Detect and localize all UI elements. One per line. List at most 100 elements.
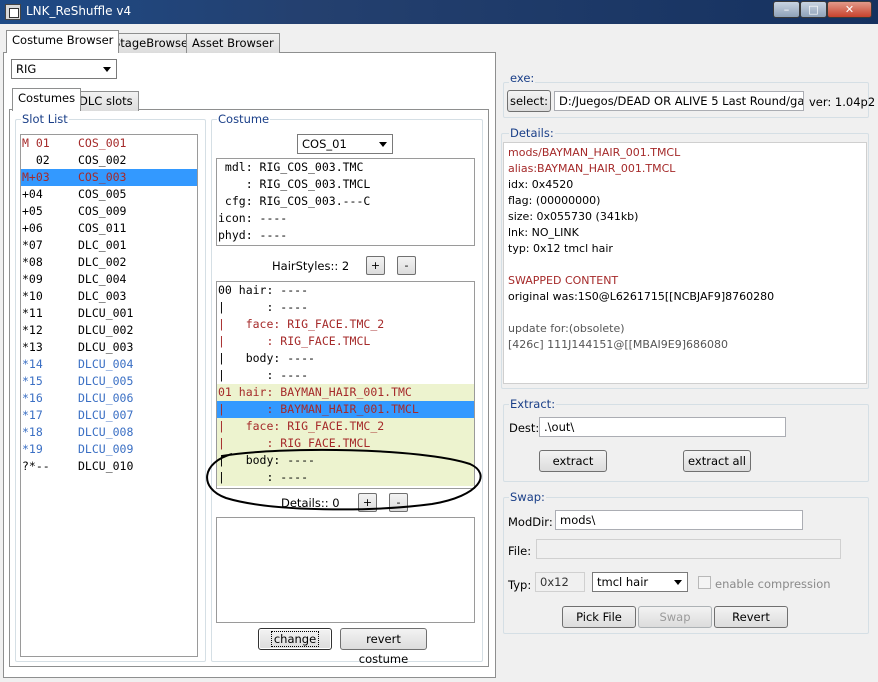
slot-row[interactable]: *12 DLCU_002 bbox=[21, 322, 197, 339]
exe-label: exe: bbox=[509, 71, 536, 85]
details-line: typ: 0x12 tmcl hair bbox=[508, 242, 613, 255]
details-line: update for:(obsolete) bbox=[508, 322, 625, 335]
hairstyle-line[interactable]: 01 hair: BAYMAN_HAIR_001.TMC bbox=[217, 384, 474, 401]
hairstyles-label: HairStyles:: 2 bbox=[272, 259, 350, 273]
slot-id: *08 bbox=[22, 255, 43, 269]
slot-name: DLC_002 bbox=[78, 255, 127, 269]
slot-name: DLCU_004 bbox=[78, 357, 134, 371]
details-line: size: 0x055730 (341kb) bbox=[508, 210, 639, 223]
slot-id: 02 bbox=[22, 153, 50, 167]
tab-costumes[interactable]: Costumes bbox=[12, 88, 82, 111]
extract-button[interactable]: extract bbox=[539, 450, 607, 472]
typ-label: Typ: bbox=[508, 578, 532, 592]
slot-id: *12 bbox=[22, 323, 43, 337]
slot-row[interactable]: *19 DLCU_009 bbox=[21, 441, 197, 458]
add-hairstyle-button[interactable]: + bbox=[366, 256, 385, 275]
extract-all-button[interactable]: extract all bbox=[683, 450, 751, 472]
details-line: SWAPPED CONTENT bbox=[508, 274, 619, 287]
moddir-field[interactable]: mods\ bbox=[555, 510, 803, 530]
slot-row[interactable]: ?*-- DLCU_010 bbox=[21, 458, 197, 475]
slot-row[interactable]: *07 DLC_001 bbox=[21, 237, 197, 254]
slot-row[interactable]: *16 DLCU_006 bbox=[21, 390, 197, 407]
app-icon bbox=[5, 4, 21, 20]
costume-select[interactable]: COS_01 bbox=[297, 134, 393, 154]
close-button[interactable]: ✕ bbox=[827, 1, 872, 18]
minimize-button[interactable]: – bbox=[773, 1, 800, 18]
slot-row[interactable]: *17 DLCU_007 bbox=[21, 407, 197, 424]
slot-row[interactable]: *14 DLCU_004 bbox=[21, 356, 197, 373]
slot-name: DLCU_003 bbox=[78, 340, 134, 354]
slot-id: *09 bbox=[22, 272, 43, 286]
slot-id: *10 bbox=[22, 289, 43, 303]
slot-row[interactable]: M 01 COS_001 bbox=[21, 135, 197, 152]
slot-row[interactable]: *08 DLC_002 bbox=[21, 254, 197, 271]
slot-row[interactable]: +04 COS_005 bbox=[21, 186, 197, 203]
slot-id: *17 bbox=[22, 408, 43, 422]
type-select[interactable]: tmcl hair bbox=[592, 572, 688, 592]
slot-row[interactable]: M+03 COS_003 bbox=[21, 169, 197, 186]
slot-id: *18 bbox=[22, 425, 43, 439]
slot-row[interactable]: *10 DLC_003 bbox=[21, 288, 197, 305]
slot-list[interactable]: M 01 COS_001 02 COS_002 M+03 COS_003 +04 COS_0… bbox=[20, 134, 198, 657]
enable-compression-label: enable compression bbox=[715, 577, 831, 591]
slot-row[interactable]: +05 COS_009 bbox=[21, 203, 197, 220]
details-line bbox=[508, 305, 862, 321]
costume-details-box[interactable] bbox=[216, 517, 475, 623]
slot-row[interactable]: 02 COS_002 bbox=[21, 152, 197, 169]
slot-row[interactable]: *09 DLC_004 bbox=[21, 271, 197, 288]
title-bar: LNK_ReShuffle v4 – □ ✕ bbox=[0, 0, 878, 24]
revert-costume-button[interactable]: revert costume bbox=[340, 628, 427, 666]
dest-field[interactable]: .\out\ bbox=[539, 417, 786, 437]
details-text-box[interactable]: mods/BAYMAN_HAIR_001.TMCL alias:BAYMAN_HA… bbox=[503, 142, 867, 384]
revert-button[interactable]: Revert bbox=[714, 606, 788, 628]
version-label: ver: 1.04p2 bbox=[809, 95, 876, 109]
swap-button[interactable]: Swap bbox=[638, 606, 712, 628]
slot-row[interactable]: *11 DLCU_001 bbox=[21, 305, 197, 322]
hairstyle-line[interactable]: | face: RIG_FACE.TMC_2 bbox=[217, 316, 474, 333]
details-line: [426c] 111J144151@[[MBAI9E9]686080 bbox=[508, 338, 728, 351]
slot-name: DLCU_001 bbox=[78, 306, 134, 320]
costume-select-value: COS_01 bbox=[302, 137, 347, 151]
annotation-ellipse bbox=[206, 448, 482, 511]
tab-asset-browser[interactable]: Asset Browser bbox=[186, 33, 280, 53]
character-select[interactable]: RIG bbox=[11, 59, 117, 79]
hairstyle-line[interactable]: | : RIG_FACE.TMCL bbox=[217, 333, 474, 350]
select-exe-button[interactable]: select: bbox=[507, 90, 551, 112]
tab-dlc-slots[interactable]: DLC slots bbox=[73, 91, 139, 111]
slot-name: DLCU_007 bbox=[78, 408, 134, 422]
slot-list-label: Slot List bbox=[21, 112, 69, 126]
slot-row[interactable]: +06 COS_011 bbox=[21, 220, 197, 237]
hairstyle-line[interactable]: | body: ---- bbox=[217, 350, 474, 367]
slot-id: *15 bbox=[22, 374, 43, 388]
moddir-label: ModDir: bbox=[508, 515, 553, 529]
slot-name: COS_005 bbox=[78, 187, 127, 201]
slot-id: +04 bbox=[22, 187, 43, 201]
slot-row[interactable]: *15 DLCU_005 bbox=[21, 373, 197, 390]
slot-id: *11 bbox=[22, 306, 43, 320]
costume-info-line: : RIG_COS_003.TMCL bbox=[218, 177, 371, 191]
hairstyle-line[interactable]: | : BAYMAN_HAIR_001.TMCL bbox=[217, 401, 474, 418]
hairstyle-line[interactable]: | : ---- bbox=[217, 367, 474, 384]
hairstyle-line[interactable]: | : ---- bbox=[217, 299, 474, 316]
remove-hairstyle-button[interactable]: - bbox=[397, 256, 416, 275]
slot-id: *13 bbox=[22, 340, 43, 354]
slot-row[interactable]: *13 DLCU_003 bbox=[21, 339, 197, 356]
hairstyle-line[interactable]: | face: RIG_FACE.TMC_2 bbox=[217, 418, 474, 435]
slot-name: COS_003 bbox=[78, 170, 127, 184]
costume-info-box[interactable]: mdl: RIG_COS_003.TMC : RIG_COS_003.TMCL … bbox=[216, 158, 475, 246]
exe-path-field[interactable]: D:/Juegos/DEAD OR ALIVE 5 Last Round/gam bbox=[554, 91, 804, 111]
chevron-down-icon bbox=[379, 142, 387, 147]
slot-name: DLCU_005 bbox=[78, 374, 134, 388]
hairstyle-line[interactable]: 00 hair: ---- bbox=[217, 282, 474, 299]
slot-name: DLC_001 bbox=[78, 238, 127, 252]
costume-info-line: mdl: RIG_COS_003.TMC bbox=[218, 160, 364, 174]
typ-field: 0x12 bbox=[535, 572, 585, 592]
slot-name: COS_001 bbox=[78, 136, 127, 150]
slot-row[interactable]: *18 DLCU_008 bbox=[21, 424, 197, 441]
change-button[interactable]: change bbox=[258, 628, 332, 650]
slot-name: COS_002 bbox=[78, 153, 127, 167]
tab-costume-browser[interactable]: Costume Browser bbox=[6, 30, 120, 53]
maximize-button[interactable]: □ bbox=[800, 1, 827, 18]
enable-compression-checkbox[interactable] bbox=[698, 576, 711, 589]
pick-file-button[interactable]: Pick File bbox=[562, 606, 636, 628]
